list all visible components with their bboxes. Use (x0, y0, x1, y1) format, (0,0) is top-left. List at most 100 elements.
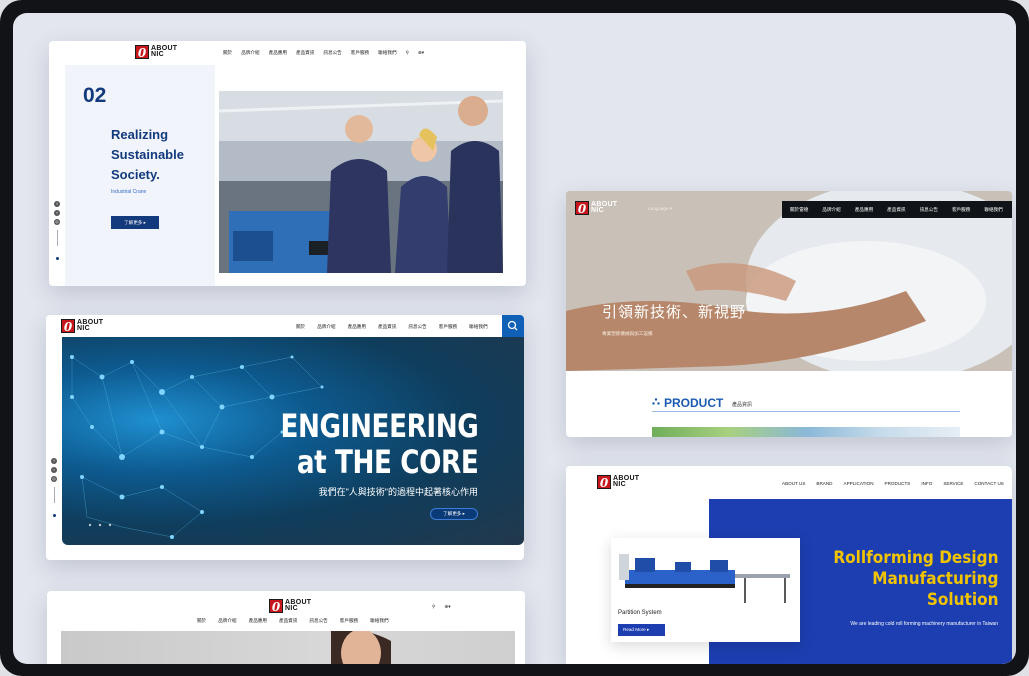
hero-tagline: 我們在"人與技術"的過程中起著核心作用 (318, 487, 478, 497)
nav-item[interactable]: 訊息公告 (920, 207, 938, 213)
slide-number: 02 (83, 84, 107, 107)
nav-item[interactable]: CONTACT US (974, 481, 1003, 486)
brand-logo[interactable]: 0 ABOUT NIC (135, 45, 178, 60)
hero-subline: 專業塑膠機械與加工設備 (602, 331, 653, 336)
instagram-icon[interactable]: ◎ (51, 476, 57, 482)
nav-item[interactable]: 產品資訊 (378, 324, 396, 330)
nav-item[interactable]: 產品應用 (348, 324, 366, 330)
logo-wordmark: ABOUT NIC (591, 201, 618, 214)
nav-item[interactable]: ABOUT US (782, 481, 805, 486)
nav-item[interactable]: 產品資訊 (279, 618, 297, 624)
search-icon (507, 320, 518, 331)
nav-item[interactable]: BRAND (816, 481, 832, 486)
learn-more-button[interactable]: 了解更多 ▸ (111, 216, 159, 229)
website-preview-plastics[interactable]: 0 ABOUT NIC Language ▾ 關於雷德 品牌介紹 產品應用 產品資… (566, 191, 1012, 437)
nav-item[interactable]: 品牌介紹 (822, 207, 840, 213)
hero-subtitle: Industrial Crane (111, 189, 147, 195)
section-subtitle: 產品資訊 (732, 402, 753, 408)
nav-item[interactable]: 產品資訊 (887, 207, 905, 213)
main-nav: 關於 品牌介紹 產品應用 產品資訊 訊息公告 客戶服務 聯絡我們 (197, 618, 389, 624)
nav-item[interactable]: 客戶服務 (351, 50, 369, 56)
hero-photo-workers (219, 91, 503, 273)
model-illustration (331, 629, 391, 664)
product-card[interactable]: Partition System Read More ▸ (611, 538, 800, 642)
product-thumbnails[interactable] (652, 427, 960, 437)
nav-item[interactable]: 品牌介紹 (317, 324, 335, 330)
pellets-hand-photo (566, 191, 1012, 371)
logo-wordmark: ABOUT NIC (613, 475, 640, 488)
brand-logo[interactable]: 0 ABOUT NIC (597, 475, 640, 490)
nav-item[interactable]: 品牌介紹 (218, 618, 236, 624)
utility-nav: ⚲ ⊕▾ (432, 604, 451, 610)
nav-item[interactable]: 客戶服務 (439, 324, 457, 330)
website-preview-engineering-core[interactable]: 0 ABOUT NIC 關於 品牌介紹 產品應用 產品資訊 訊息公告 客戶服務 聯… (46, 315, 524, 560)
globe-icon[interactable]: ⊕▾ (444, 604, 450, 610)
nav-item[interactable]: 關於 (296, 324, 305, 330)
search-icon[interactable]: ⚲ (406, 50, 409, 56)
nav-item[interactable]: SERVICE (943, 481, 963, 486)
logo-mark: 0 (575, 201, 589, 216)
hero-banner: 0 ABOUT NIC Language ▾ 關於雷德 品牌介紹 產品應用 產品資… (566, 191, 1012, 371)
instagram-icon[interactable]: ◎ (54, 219, 60, 225)
nav-item[interactable]: 客戶服務 (952, 207, 970, 213)
section-divider (652, 411, 960, 412)
nav-item[interactable]: APPLICATION (844, 481, 874, 486)
website-preview-rollforming[interactable]: 0 ABOUT NIC ABOUT US BRAND APPLICATION PR… (566, 466, 1012, 664)
slide-indicator[interactable] (52, 514, 56, 517)
twitter-icon[interactable]: t (54, 210, 60, 216)
logo-mark: 0 (135, 45, 149, 60)
main-nav: ABOUT US BRAND APPLICATION PRODUCTS INFO… (782, 481, 1004, 486)
divider (53, 487, 55, 503)
nav-item[interactable]: 聯絡我們 (370, 618, 388, 624)
section-title: PRODUCT (664, 396, 724, 410)
hero-banner: ENGINEERING at THE CORE 我們在"人與技術"的過程中起著核… (62, 337, 524, 545)
nav-item[interactable]: 關於雷德 (790, 207, 808, 213)
logo-mark: 0 (597, 475, 611, 490)
logo-mark: 0 (269, 599, 283, 614)
nav-item[interactable]: 產品應用 (269, 50, 287, 56)
social-bar: f t ◎ (51, 458, 57, 517)
main-nav: 關於雷德 品牌介紹 產品應用 產品資訊 訊息公告 客戶服務 聯絡我們 (790, 207, 1003, 213)
product-icon (652, 398, 660, 405)
main-nav: 關於 品牌介紹 產品應用 產品資訊 訊息公告 客戶服務 聯絡我們 ⚲ ⊕▾ (223, 50, 424, 56)
divider (56, 230, 58, 246)
nav-item[interactable]: 聯絡我們 (469, 324, 487, 330)
product-name: Partition System (618, 610, 662, 616)
brand-logo[interactable]: 0 ABOUT NIC (269, 599, 312, 614)
facebook-icon[interactable]: f (54, 201, 60, 207)
website-preview-realizing-sustainable[interactable]: 0 ABOUT NIC 關於 品牌介紹 產品應用 產品資訊 訊息公告 客戶服務 聯… (49, 41, 526, 286)
nav-item[interactable]: 產品應用 (249, 618, 267, 624)
factory-workers-illustration (219, 91, 503, 273)
nav-item[interactable]: 關於 (197, 618, 206, 624)
read-more-button[interactable]: Read More ▸ (618, 624, 665, 636)
globe-icon[interactable]: ⊕▾ (418, 50, 424, 56)
facebook-icon[interactable]: f (51, 458, 57, 464)
machine-illustration (619, 554, 790, 603)
device-frame: 0 ABOUT NIC 關於 品牌介紹 產品應用 產品資訊 訊息公告 客戶服務 聯… (0, 0, 1029, 676)
hero-headline-line1: ENGINEERING (280, 407, 478, 445)
twitter-icon[interactable]: t (51, 467, 57, 473)
nav-item[interactable]: 訊息公告 (408, 324, 426, 330)
nav-item[interactable]: 聯絡我們 (378, 50, 396, 56)
nav-item[interactable]: 品牌介紹 (241, 50, 259, 56)
nav-item[interactable]: 聯絡我們 (984, 207, 1002, 213)
logo-wordmark: ABOUT NIC (151, 45, 178, 58)
hero-photo-model (61, 629, 515, 664)
nav-item[interactable]: PRODUCTS (885, 481, 911, 486)
nav-item[interactable]: INFO (921, 481, 932, 486)
slide-indicator[interactable] (55, 257, 59, 260)
nav-item[interactable]: 關於 (223, 50, 232, 56)
nav-item[interactable]: 訊息公告 (309, 618, 327, 624)
website-preview-fashion[interactable]: 0 ABOUT NIC 關於 品牌介紹 產品應用 產品資訊 訊息公告 客戶服務 聯… (47, 591, 525, 664)
language-select[interactable]: Language ▾ (648, 206, 672, 212)
brand-logo[interactable]: 0 ABOUT NIC (61, 319, 103, 334)
search-button[interactable] (502, 315, 524, 337)
search-icon[interactable]: ⚲ (432, 604, 435, 610)
nav-item[interactable]: 客戶服務 (340, 618, 358, 624)
nav-item[interactable]: 產品資訊 (296, 50, 314, 56)
brand-logo[interactable]: 0 ABOUT NIC (575, 201, 618, 216)
learn-more-button[interactable]: 了解更多 ▸ (430, 508, 478, 520)
nav-item[interactable]: 訊息公告 (323, 50, 341, 56)
logo-wordmark: ABOUT NIC (285, 599, 312, 612)
nav-item[interactable]: 產品應用 (855, 207, 873, 213)
